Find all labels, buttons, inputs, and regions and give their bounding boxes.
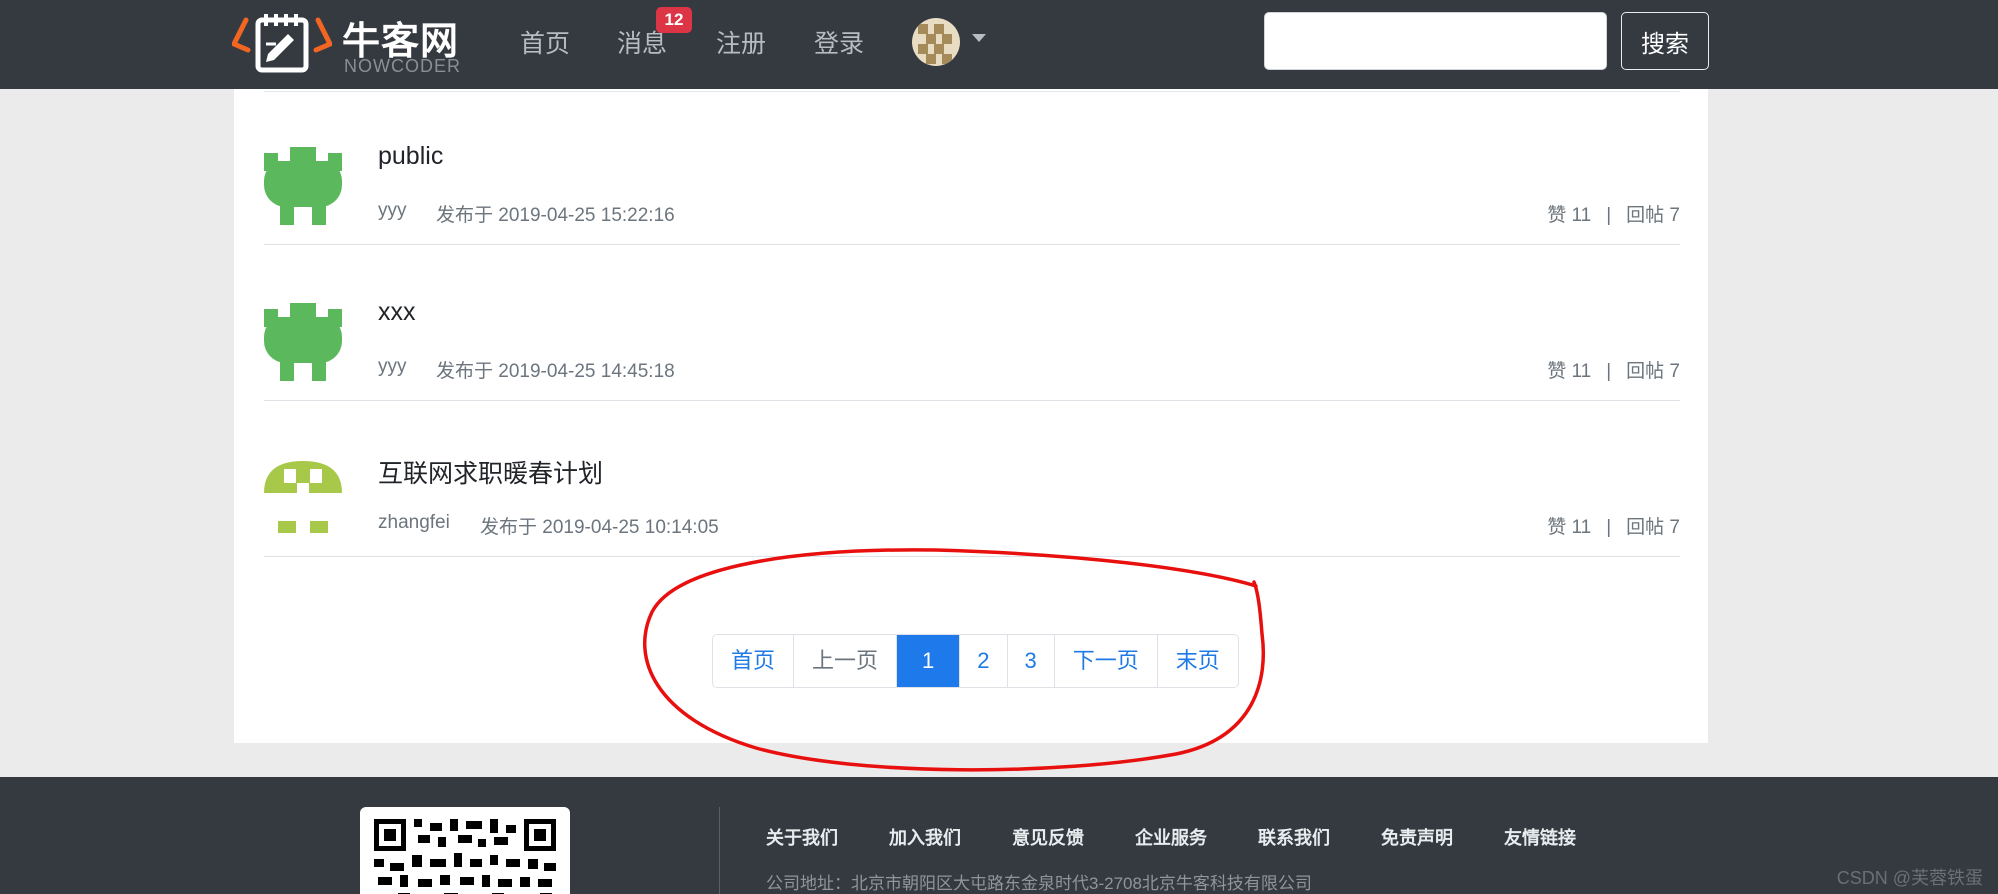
footer-link-join[interactable]: 加入我们 xyxy=(889,824,961,850)
post-reply-count: 回帖 7 xyxy=(1626,517,1680,538)
site-logo[interactable]: 牛客网 NOWCODER xyxy=(232,6,462,76)
post-reply-count: 回帖 7 xyxy=(1626,205,1680,226)
footer-link-disclaimer[interactable]: 免责声明 xyxy=(1381,824,1453,850)
post-publish-time: 发布于 2019-04-25 14:45:18 xyxy=(436,361,675,382)
post-like-count: 赞 11 xyxy=(1547,361,1592,382)
footer-link-about[interactable]: 关于我们 xyxy=(766,824,838,850)
nav-login-link[interactable]: 登录 xyxy=(814,24,864,60)
post-list-item: public yyy 发布于 2019-04-25 15:22:16 赞 11 |… xyxy=(264,89,1680,245)
footer-link-contact[interactable]: 联系我们 xyxy=(1258,824,1330,850)
post-stats: 赞 11 | 回帖 7 xyxy=(1547,512,1680,539)
nav-register-link[interactable]: 注册 xyxy=(716,24,766,60)
stats-separator: | xyxy=(1606,205,1612,226)
post-publish-time: 发布于 2019-04-25 15:22:16 xyxy=(436,205,675,226)
post-author-avatar[interactable] xyxy=(264,147,342,225)
post-stats: 赞 11 | 回帖 7 xyxy=(1547,356,1680,383)
post-stats: 赞 11 | 回帖 7 xyxy=(1547,200,1680,227)
post-author: yyy xyxy=(378,356,407,377)
footer-link-friends[interactable]: 友情链接 xyxy=(1504,824,1576,850)
post-author-avatar[interactable] xyxy=(264,303,342,381)
post-author: zhangfei xyxy=(378,512,450,533)
stats-separator: | xyxy=(1606,517,1612,538)
footer-link-feedback[interactable]: 意见反馈 xyxy=(1012,824,1084,850)
footer-divider xyxy=(719,807,720,894)
post-author-avatar[interactable] xyxy=(264,459,342,537)
post-reply-count: 回帖 7 xyxy=(1626,361,1680,382)
chevron-down-icon[interactable] xyxy=(972,34,986,42)
post-like-count: 赞 11 xyxy=(1547,517,1592,538)
post-author: yyy xyxy=(378,200,407,221)
search-input[interactable] xyxy=(1264,12,1607,70)
user-avatar-menu[interactable] xyxy=(912,18,960,66)
nowcoder-logo-icon xyxy=(232,14,332,73)
footer-company-address: 公司地址：北京市朝阳区大屯路东金泉时代3-2708北京牛客科技有限公司 xyxy=(766,874,1312,893)
nav-home-link[interactable]: 首页 xyxy=(520,24,570,60)
stats-separator: | xyxy=(1606,361,1612,382)
post-title-link[interactable]: 互联网求职暖春计划 xyxy=(378,454,603,490)
messages-count-badge: 12 xyxy=(656,7,692,33)
site-footer: 关于我们 加入我们 意见反馈 企业服务 联系我们 免责声明 友情链接 公司地址：… xyxy=(0,777,1998,894)
post-title-link[interactable]: public xyxy=(378,142,443,171)
search-button[interactable]: 搜索 xyxy=(1621,12,1709,70)
red-annotation-circle xyxy=(643,548,1266,772)
logo-text-en: NOWCODER xyxy=(344,56,461,76)
csdn-watermark: CSDN @芙蓉铁蛋 xyxy=(1836,868,1983,888)
post-title-link[interactable]: xxx xyxy=(378,298,416,327)
top-navbar: 牛客网 NOWCODER 首页 消息 12 注册 登录 搜索 xyxy=(0,0,1998,89)
qr-code-icon xyxy=(374,819,556,894)
post-list-item: 互联网求职暖春计划 zhangfei 发布于 2019-04-25 10:14:… xyxy=(264,401,1680,557)
post-publish-time: 发布于 2019-04-25 10:14:05 xyxy=(480,517,719,538)
post-like-count: 赞 11 xyxy=(1547,205,1592,226)
qr-code-card xyxy=(360,807,570,894)
post-list-item: xxx yyy 发布于 2019-04-25 14:45:18 赞 11 | 回帖 … xyxy=(264,245,1680,401)
user-avatar-icon xyxy=(912,18,960,66)
footer-link-enterprise[interactable]: 企业服务 xyxy=(1135,824,1207,850)
